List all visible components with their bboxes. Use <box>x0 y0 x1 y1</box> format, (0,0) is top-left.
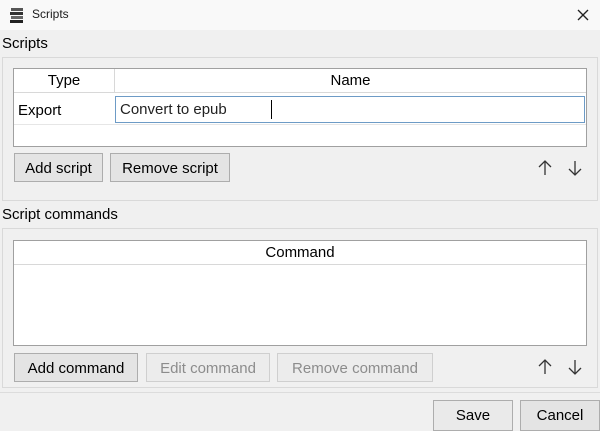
script-name-value: Convert to epub <box>120 101 227 118</box>
remove-script-button[interactable]: Remove script <box>110 153 230 182</box>
scripts-section-label: Scripts <box>2 35 48 52</box>
title-bar: Scripts <box>0 0 600 30</box>
commands-section-label: Script commands <box>2 206 118 223</box>
scripts-table[interactable]: Type Name Export Convert to epub <box>13 68 587 147</box>
cancel-button[interactable]: Cancel <box>520 400 600 431</box>
footer-divider <box>0 392 600 393</box>
save-button[interactable]: Save <box>433 400 513 431</box>
close-icon[interactable] <box>572 5 594 25</box>
script-type-cell[interactable]: Export <box>18 102 61 119</box>
row-divider <box>14 124 586 125</box>
text-caret <box>271 100 272 119</box>
commands-table[interactable]: Command <box>13 240 587 346</box>
column-header-name[interactable]: Name <box>115 69 586 93</box>
arrow-up-icon[interactable] <box>536 357 554 377</box>
column-header-type[interactable]: Type <box>14 69 115 93</box>
column-header-command[interactable]: Command <box>14 241 586 265</box>
arrow-down-icon[interactable] <box>566 158 584 178</box>
stack-icon <box>10 8 23 23</box>
add-script-button[interactable]: Add script <box>14 153 103 182</box>
remove-command-button[interactable]: Remove command <box>277 353 433 382</box>
arrow-down-icon[interactable] <box>566 357 584 377</box>
window-title: Scripts <box>32 7 69 21</box>
add-command-button[interactable]: Add command <box>14 353 138 382</box>
script-name-input[interactable]: Convert to epub <box>115 96 585 123</box>
arrow-up-icon[interactable] <box>536 158 554 178</box>
edit-command-button[interactable]: Edit command <box>146 353 270 382</box>
